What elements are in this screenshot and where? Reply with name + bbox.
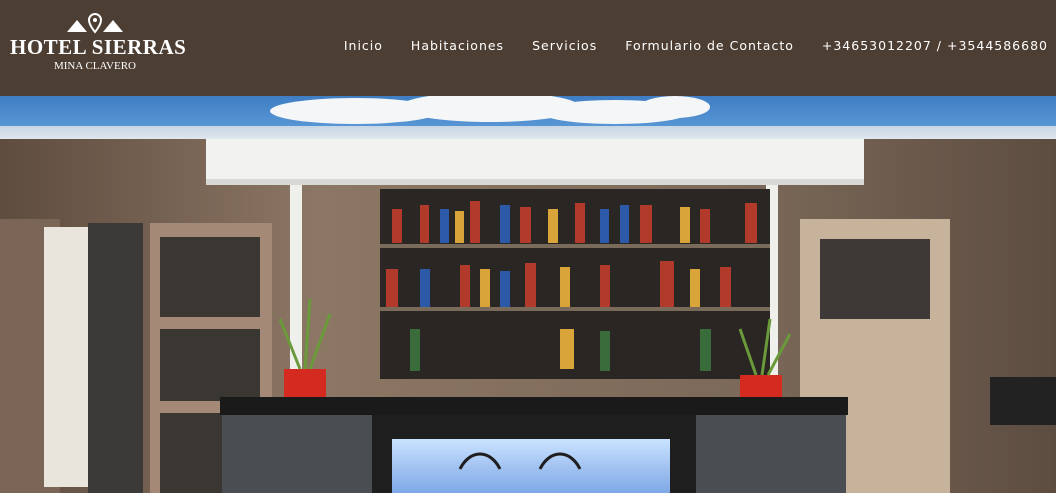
nav-item-habitaciones[interactable]: Habitaciones (411, 38, 504, 53)
mountain-pin-icon (67, 12, 123, 34)
sky-banner (0, 96, 1056, 130)
nav-item-contacto[interactable]: Formulario de Contacto (625, 38, 794, 53)
logo-title: HOTEL SIERRAS (10, 35, 187, 59)
nav-item-servicios[interactable]: Servicios (532, 38, 597, 53)
site-header: HOTEL SIERRAS MINA CLAVERO Inicio Habita… (0, 0, 1056, 96)
logo-subtitle: MINA CLAVERO (53, 60, 136, 72)
nav-item-phone[interactable]: +34653012207 / +3544586680 (822, 38, 1048, 53)
hotel-logo[interactable]: HOTEL SIERRAS MINA CLAVERO (10, 12, 187, 82)
hero-photo (0, 139, 1056, 493)
nav-item-inicio[interactable]: Inicio (344, 38, 383, 53)
main-nav: Inicio Habitaciones Servicios Formulario… (344, 38, 1048, 53)
bar-image (0, 139, 1056, 493)
sky-strip (0, 126, 1056, 139)
